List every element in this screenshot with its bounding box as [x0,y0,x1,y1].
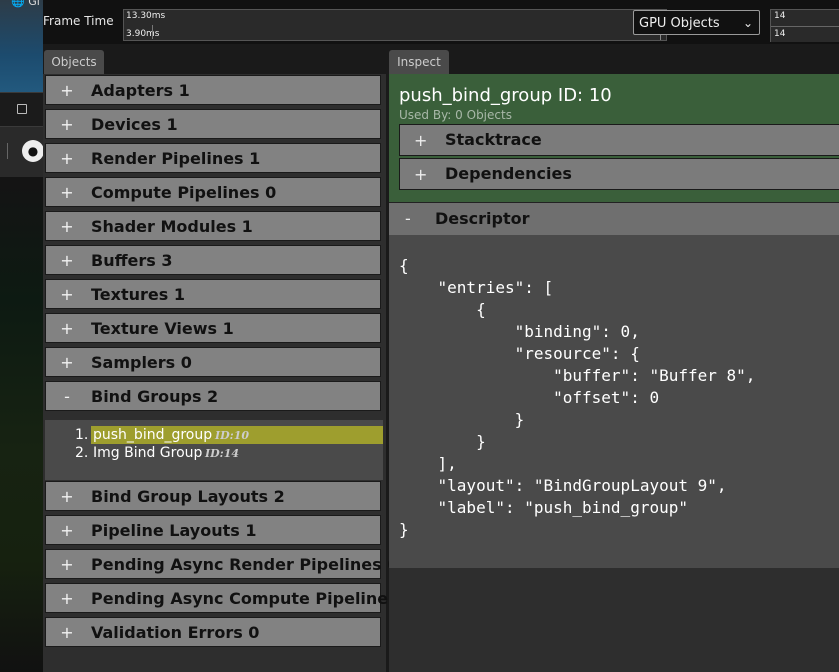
section-title: Buffers 3 [91,251,173,270]
expand-icon: + [60,285,74,304]
divider [7,143,8,159]
section-title: Bind Group Layouts 2 [91,487,285,506]
list-number: 2. [75,445,89,461]
section-adapters[interactable]: + Adapters 1 [45,75,381,105]
section-pipeline-layouts[interactable]: + Pipeline Layouts 1 [45,515,381,545]
window-restore-icon[interactable] [17,104,27,114]
section-title: Texture Views 1 [91,319,234,338]
dependencies-section[interactable]: + Dependencies [399,158,839,190]
collapse-icon: - [64,387,70,406]
section-render-pipelines[interactable]: + Render Pipelines 1 [45,143,381,173]
bind-group-id: ID:14 [205,447,240,460]
expand-icon: + [60,521,74,540]
section-pending-async-compute[interactable]: + Pending Async Compute Pipelines 0 [45,583,414,613]
inspect-header: push_bind_group ID: 10 Used By: 0 Object… [389,74,839,202]
used-by-label: Used By: 0 Objects [399,108,512,122]
count-bottom: 14 [774,29,786,39]
section-title: Validation Errors 0 [91,623,260,642]
globe-icon: 🌐 Gl [11,0,41,10]
section-compute-pipelines[interactable]: + Compute Pipelines 0 [45,177,381,207]
tab-objects[interactable]: Objects [44,50,104,74]
chevron-down-icon: ⌄ [742,16,753,30]
section-title: Stacktrace [445,130,542,149]
objects-panel: + Adapters 1 + Devices 1 + Render Pipeli… [43,74,414,672]
section-title: Adapters 1 [91,81,190,100]
tab-inspect[interactable]: Inspect [389,50,449,74]
section-title: Pending Async Render Pipelines 0 [91,555,399,574]
top-toolbar: Frame Time 13.30ms 3.90ms GPU Objects ⌄ … [43,0,839,44]
app-root: 🌐 Gl ● Frame Time 13.30ms 3.90ms GPU Obj… [0,0,839,672]
section-devices[interactable]: + Devices 1 [45,109,381,139]
expand-icon: + [60,183,74,202]
object-count-graph: 14 14 [770,9,839,42]
section-title: Compute Pipelines 0 [91,183,277,202]
inspect-title: push_bind_group ID: 10 [399,85,612,106]
frame-time-max: 13.30ms [126,11,166,21]
bind-group-list: 1. push_bind_group ID:10 2. Img Bind Gro… [45,420,383,480]
expand-icon: + [60,81,74,100]
section-validation-errors[interactable]: + Validation Errors 0 [45,617,381,647]
expand-icon: + [60,555,74,574]
gpu-objects-select[interactable]: GPU Objects ⌄ [633,10,760,35]
section-bind-groups[interactable]: - Bind Groups 2 [45,381,381,411]
frame-time-min: 3.90ms [126,29,160,39]
expand-icon: + [60,487,74,506]
expand-icon: + [60,623,74,642]
section-title: Render Pipelines 1 [91,149,261,168]
section-title: Dependencies [445,164,572,183]
stacktrace-section[interactable]: + Stacktrace [399,124,839,156]
expand-icon: + [60,217,74,236]
expand-icon: + [60,319,74,338]
descriptor-json: { "entries": [ { "binding": 0, "resource… [399,256,756,539]
collapse-icon: - [405,209,411,228]
globe-label: Gl [28,0,40,8]
expand-icon: + [414,165,428,184]
section-buffers[interactable]: + Buffers 3 [45,245,381,275]
section-title: Samplers 0 [91,353,192,372]
inspect-panel: push_bind_group ID: 10 Used By: 0 Object… [389,74,839,672]
section-bind-group-layouts[interactable]: + Bind Group Layouts 2 [45,481,381,511]
graph-tick [152,25,153,39]
descriptor-section[interactable]: - Descriptor [389,202,839,236]
list-number: 1. [75,427,89,443]
section-title: Textures 1 [91,285,185,304]
section-textures[interactable]: + Textures 1 [45,279,381,309]
section-shader-modules[interactable]: + Shader Modules 1 [45,211,381,241]
expand-icon: + [60,353,74,372]
graph-line [771,26,839,27]
frame-time-graph: 13.30ms 3.90ms [123,9,667,41]
bind-group-name: push_bind_group [93,427,213,443]
section-title: Pending Async Compute Pipelines 0 [91,589,415,608]
list-item[interactable]: 1. push_bind_group ID:10 [45,426,383,444]
section-texture-views[interactable]: + Texture Views 1 [45,313,381,343]
gpu-select-value: GPU Objects [639,16,720,31]
count-top: 14 [774,11,786,21]
expand-icon: + [60,251,74,270]
frame-time-label: Frame Time [43,14,114,28]
list-item[interactable]: 2. Img Bind Group ID:14 [45,444,383,462]
section-title: Bind Groups 2 [91,387,219,406]
expand-icon: + [60,149,74,168]
descriptor-body: { "entries": [ { "binding": 0, "resource… [389,235,839,568]
section-title: Descriptor [435,209,530,228]
expand-icon: + [60,589,74,608]
bind-group-id: ID:10 [215,429,250,442]
bind-group-name: Img Bind Group [93,445,203,461]
expand-icon: + [414,131,428,150]
background-window-thumbnail [0,0,43,92]
user-icon[interactable]: ● [22,140,44,162]
expand-icon: + [60,115,74,134]
section-title: Pipeline Layouts 1 [91,521,257,540]
section-title: Shader Modules 1 [91,217,253,236]
section-samplers[interactable]: + Samplers 0 [45,347,381,377]
section-pending-async-render[interactable]: + Pending Async Render Pipelines 0 [45,549,398,579]
section-title: Devices 1 [91,115,178,134]
